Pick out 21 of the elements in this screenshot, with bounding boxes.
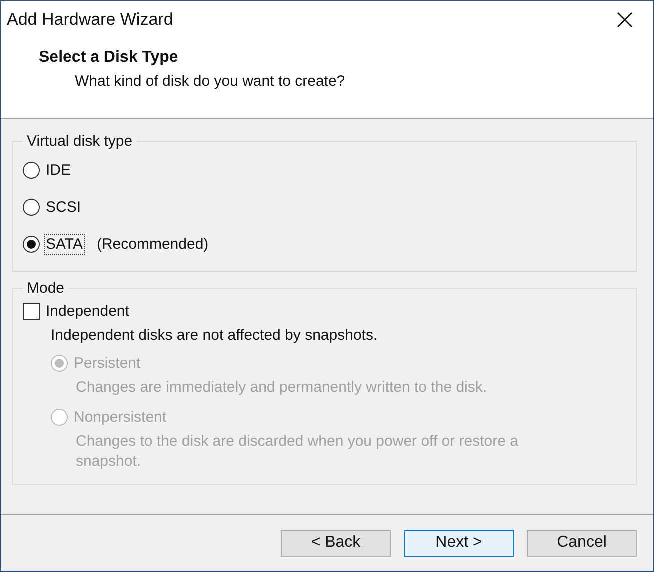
description-text: Independent disks are not affected by snapshots. [51,327,379,344]
close-icon[interactable] [617,12,633,28]
wizard-button[interactable]: < Back [281,530,391,556]
checkbox-label[interactable]: Independent [44,300,132,322]
radio-label[interactable]: SCSI [44,197,84,218]
window-title: Add Hardware Wizard [7,10,174,30]
wizard-button[interactable]: Next > [404,530,514,556]
page-heading: Select a Disk Type [39,49,180,67]
radio-button[interactable] [23,162,40,179]
option-description: Changes to the disk are discarded when you power off or restore a snapshot. [76,432,520,472]
page-subheading: What kind of disk do you want to create? [75,73,346,90]
group-label: Virtual disk type [26,133,134,150]
option-description: Changes are immediately and permanently written to the disk. [76,378,488,398]
radio-button[interactable] [23,236,40,253]
option-note: (Recommended) [96,236,209,253]
radio-label[interactable]: IDE [44,160,74,181]
wizard-button[interactable]: Cancel [527,530,637,556]
checkbox[interactable] [23,302,40,320]
group-label: Mode [26,280,66,297]
radio-button[interactable] [23,199,40,216]
radio-label[interactable]: SATA [44,234,85,255]
